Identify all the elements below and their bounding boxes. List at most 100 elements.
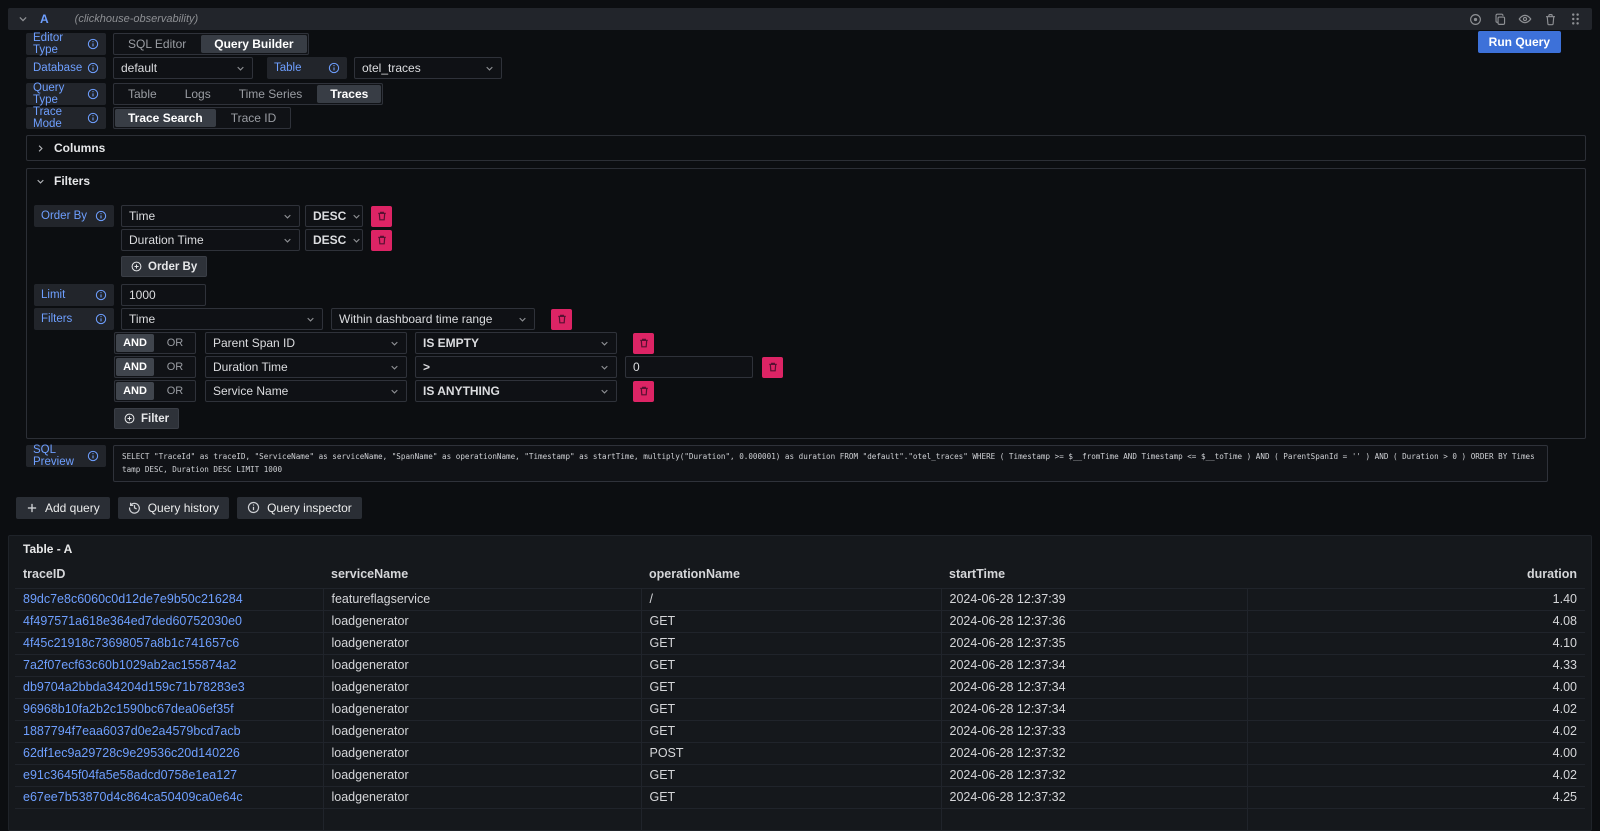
drag-handle-icon[interactable] xyxy=(1568,12,1582,26)
trace-id-link[interactable]: 96968b10fa2b2c1590bc67dea06ef35f xyxy=(15,698,323,720)
chevron-down-icon xyxy=(283,236,292,245)
add-filter-button[interactable]: Filter xyxy=(114,408,179,429)
trace-id-link[interactable]: 89dc7e8c6060c0d12de7e9b50c216284 xyxy=(15,588,323,610)
table-select[interactable]: otel_traces xyxy=(354,57,502,79)
filters-section-header[interactable]: Filters xyxy=(27,169,1585,193)
filter-field-select[interactable]: Parent Span ID xyxy=(205,332,407,354)
column-header-operationname[interactable]: operationName xyxy=(641,562,941,589)
limit-label: Limit xyxy=(34,284,114,306)
info-icon[interactable] xyxy=(328,62,340,74)
add-query-button[interactable]: Add query xyxy=(16,497,110,519)
start-time-cell: 2024-06-28 12:37:34 xyxy=(941,698,1247,720)
info-icon[interactable] xyxy=(95,313,107,325)
remove-filter-button[interactable] xyxy=(633,333,654,354)
editor-type-row: Editor Type SQL Editor Query Builder xyxy=(26,33,1592,55)
trace-mode-option-trace-search[interactable]: Trace Search xyxy=(115,109,216,127)
filter-value-input[interactable] xyxy=(625,356,753,378)
trace-id-link[interactable]: 7a2f07ecf63c60b1029ab2ac155874a2 xyxy=(15,654,323,676)
remove-order-by-button[interactable] xyxy=(371,206,392,227)
query-row-header[interactable]: A (clickhouse-observability) xyxy=(8,8,1592,30)
order-by-field-select[interactable]: Time xyxy=(121,205,300,227)
table-row: 96968b10fa2b2c1590bc67dea06ef35f loadgen… xyxy=(15,698,1585,720)
order-by-direction-select[interactable]: DESC xyxy=(305,205,363,227)
start-time-cell: 2024-06-28 12:37:36 xyxy=(941,610,1247,632)
query-header-actions xyxy=(1468,12,1582,26)
table-row-partial xyxy=(15,808,1585,830)
collapse-chevron-icon[interactable] xyxy=(18,14,28,24)
info-icon[interactable] xyxy=(95,289,107,301)
order-by-field-select[interactable]: Duration Time xyxy=(121,229,300,251)
start-time-cell: 2024-06-28 12:37:34 xyxy=(941,676,1247,698)
or-segment[interactable]: OR xyxy=(156,382,194,400)
info-icon[interactable] xyxy=(87,112,99,124)
service-name-cell: loadgenerator xyxy=(323,610,641,632)
trace-id-link[interactable]: 4f497571a618e364ed7ded60752030e0 xyxy=(15,610,323,632)
record-icon[interactable] xyxy=(1468,12,1482,26)
run-query-button[interactable]: Run Query xyxy=(1478,31,1561,53)
filter-field-select[interactable]: Duration Time xyxy=(205,356,407,378)
columns-section-header[interactable]: Columns xyxy=(27,136,1585,160)
and-segment[interactable]: AND xyxy=(116,382,154,400)
remove-order-by-button[interactable] xyxy=(371,230,392,251)
query-type-option-time-series[interactable]: Time Series xyxy=(226,85,316,103)
duration-cell: 4.33 xyxy=(1247,654,1585,676)
table-row: e67ee7b53870d4c864ca50409ca0e64c loadgen… xyxy=(15,786,1585,808)
and-segment[interactable]: AND xyxy=(116,358,154,376)
remove-filter-button[interactable] xyxy=(551,309,572,330)
trash-icon[interactable] xyxy=(1543,12,1557,26)
column-header-duration[interactable]: duration xyxy=(1247,562,1585,589)
trace-id-link[interactable]: e67ee7b53870d4c864ca50409ca0e64c xyxy=(15,786,323,808)
or-segment[interactable]: OR xyxy=(156,334,194,352)
database-select[interactable]: default xyxy=(113,57,253,79)
column-header-servicename[interactable]: serviceName xyxy=(323,562,641,589)
trace-mode-option-trace-id[interactable]: Trace ID xyxy=(218,109,290,127)
trace-id-link[interactable]: 1887794f7eaa6037d0e2a4579bcd7acb xyxy=(15,720,323,742)
trace-id-link[interactable]: 4f45c21918c73698057a8b1c741657c6 xyxy=(15,632,323,654)
sql-preview-code[interactable]: SELECT "TraceId" as traceID, "ServiceNam… xyxy=(113,445,1548,482)
info-icon[interactable] xyxy=(87,38,99,50)
query-type-option-logs[interactable]: Logs xyxy=(172,85,224,103)
duration-cell: 4.08 xyxy=(1247,610,1585,632)
service-name-cell: loadgenerator xyxy=(323,676,641,698)
add-order-by-button[interactable]: Order By xyxy=(121,256,207,277)
database-table-row: Database default Table otel_traces xyxy=(26,57,1592,79)
remove-filter-button[interactable] xyxy=(762,357,783,378)
filter-operator-select[interactable]: IS ANYTHING xyxy=(415,380,617,402)
duration-cell: 4.10 xyxy=(1247,632,1585,654)
service-name-cell: loadgenerator xyxy=(323,786,641,808)
filter-operator-select[interactable]: > xyxy=(415,356,617,378)
and-segment[interactable]: AND xyxy=(116,334,154,352)
trace-id-link[interactable]: db9704a2bbda34204d159c71b78283e3 xyxy=(15,676,323,698)
or-segment[interactable]: OR xyxy=(156,358,194,376)
filters-section: Filters Order By Time DESC xyxy=(26,168,1586,439)
limit-input[interactable] xyxy=(121,284,206,306)
filter-field-select[interactable]: Service Name xyxy=(205,380,407,402)
order-by-direction-select[interactable]: DESC xyxy=(305,229,363,251)
query-inspector-button[interactable]: Query inspector xyxy=(237,497,362,519)
chevron-down-icon xyxy=(390,339,399,348)
query-ref-id: A xyxy=(40,12,49,26)
query-type-option-traces[interactable]: Traces xyxy=(317,85,381,103)
filter-field-select[interactable]: Time xyxy=(121,308,323,330)
duplicate-icon[interactable] xyxy=(1493,12,1507,26)
filter-operator-select[interactable]: Within dashboard time range xyxy=(331,308,535,330)
remove-filter-button[interactable] xyxy=(633,381,654,402)
chevron-down-icon xyxy=(390,363,399,372)
info-icon[interactable] xyxy=(95,210,107,222)
table-row: 4f497571a618e364ed7ded60752030e0 loadgen… xyxy=(15,610,1585,632)
filter-operator-select[interactable]: IS EMPTY xyxy=(415,332,617,354)
editor-type-option-query-builder[interactable]: Query Builder xyxy=(201,35,306,53)
eye-icon[interactable] xyxy=(1518,12,1532,26)
editor-type-option-sql-editor[interactable]: SQL Editor xyxy=(115,35,199,53)
column-header-starttime[interactable]: startTime xyxy=(941,562,1247,589)
info-icon[interactable] xyxy=(87,62,99,74)
chevron-right-icon xyxy=(36,144,45,153)
chevron-down-icon xyxy=(390,387,399,396)
info-icon[interactable] xyxy=(87,88,99,100)
query-history-button[interactable]: Query history xyxy=(118,497,229,519)
info-icon[interactable] xyxy=(87,450,99,462)
query-type-option-table[interactable]: Table xyxy=(115,85,170,103)
column-header-traceid[interactable]: traceID xyxy=(15,562,323,589)
trace-id-link[interactable]: 62df1ec9a29728c9e29536c20d140226 xyxy=(15,742,323,764)
trace-id-link[interactable]: e91c3645f04fa5e58adcd0758e1ea127 xyxy=(15,764,323,786)
